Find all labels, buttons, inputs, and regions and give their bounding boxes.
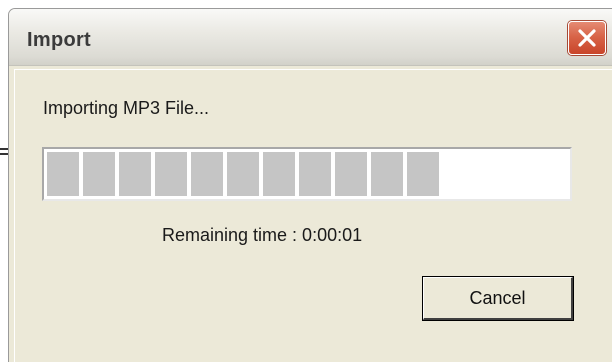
- progress-segment: [407, 152, 439, 196]
- progress-segment: [155, 152, 187, 196]
- close-icon: [578, 29, 596, 47]
- progress-segment: [227, 152, 259, 196]
- progress-segment: [83, 152, 115, 196]
- progress-segment: [191, 152, 223, 196]
- progress-segment: [119, 152, 151, 196]
- screen: Import Importing MP3 File... Remaining t…: [0, 0, 612, 362]
- title-bar[interactable]: Import: [9, 9, 612, 66]
- status-message: Importing MP3 File...: [43, 98, 210, 118]
- close-button[interactable]: [568, 21, 606, 55]
- progress-segment: [263, 152, 295, 196]
- cancel-button[interactable]: Cancel: [422, 276, 574, 321]
- import-progress-bar: [42, 147, 572, 201]
- remaining-time-label: Remaining time : 0:00:01: [162, 225, 363, 245]
- progress-segment: [299, 152, 331, 196]
- progress-segment: [47, 152, 79, 196]
- progress-segment: [335, 152, 367, 196]
- progress-segment: [371, 152, 403, 196]
- window-title: Import: [27, 29, 92, 51]
